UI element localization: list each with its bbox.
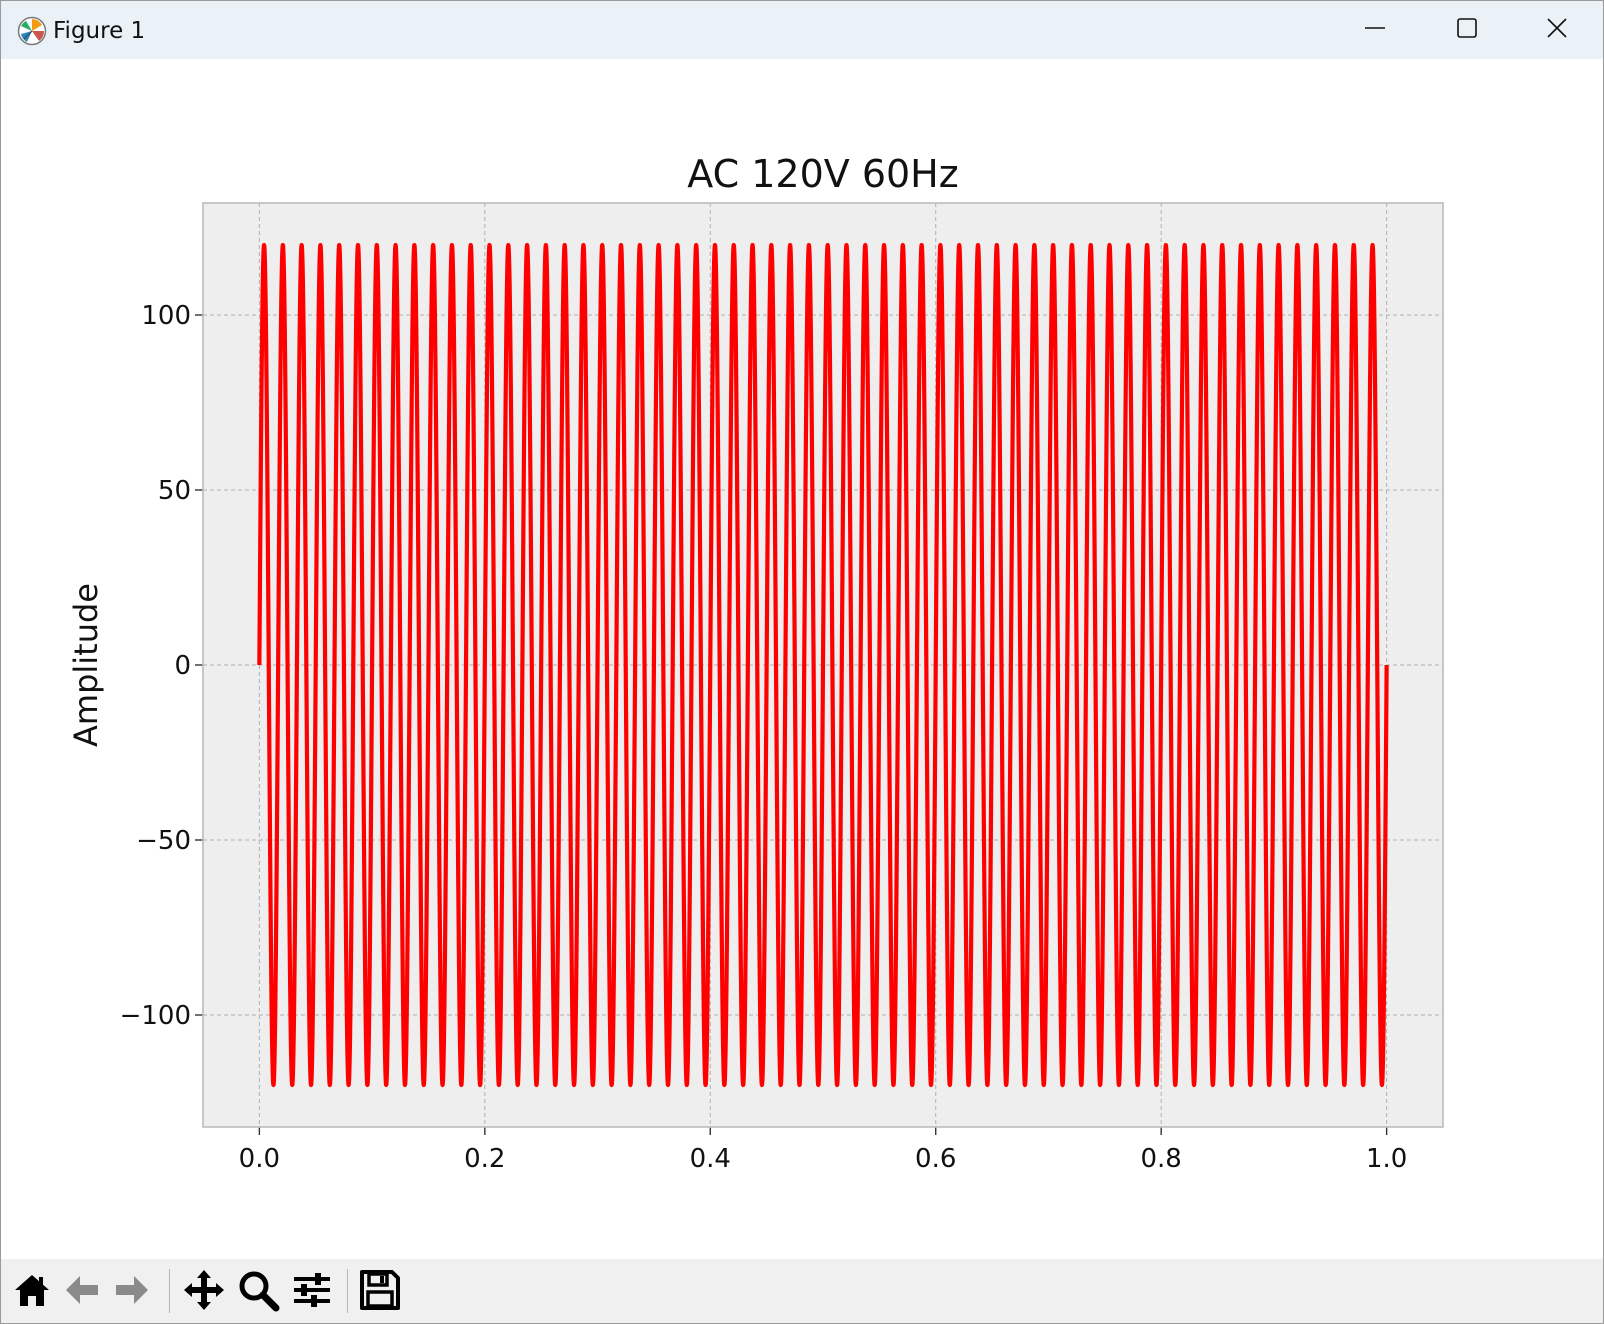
move-icon <box>182 1268 226 1316</box>
maximize-icon <box>1455 16 1479 44</box>
close-icon <box>1545 16 1569 44</box>
floppy-disk-icon <box>358 1268 402 1316</box>
home-button[interactable] <box>9 1269 55 1315</box>
y-tick-label: −100 <box>120 1001 191 1031</box>
x-tick-label: 0.8 <box>1141 1144 1182 1174</box>
figure-canvas[interactable]: 0.0 0.2 0.4 0.6 0.8 1.0 100 50 0 −50 −100 AC 120V … <box>1 59 1603 1259</box>
y-axis-label: Amplitude <box>67 583 105 747</box>
configure-subplots-button[interactable] <box>289 1269 335 1315</box>
figure-window: Figure 1 0.0 0.2 0.4 0.6 0.8 1.0 100 50 0 −50 −100… <box>0 0 1604 1324</box>
navigation-toolbar <box>1 1259 1603 1323</box>
toolbar-separator <box>347 1269 348 1313</box>
maximize-button[interactable] <box>1421 1 1513 59</box>
line-chart: 0.0 0.2 0.4 0.6 0.8 1.0 100 50 0 −50 −100 AC 120V … <box>67 152 1444 1174</box>
y-tick-label: 50 <box>158 476 191 506</box>
forward-button[interactable] <box>109 1269 155 1315</box>
minimize-button[interactable] <box>1329 1 1421 59</box>
y-tick-label: −50 <box>136 826 191 856</box>
y-tick-label: 100 <box>141 301 191 331</box>
close-button[interactable] <box>1511 1 1603 59</box>
chart-title: AC 120V 60Hz <box>687 152 958 196</box>
title-bar[interactable]: Figure 1 <box>1 1 1603 59</box>
pan-button[interactable] <box>181 1269 227 1315</box>
sliders-icon <box>290 1268 334 1316</box>
back-button[interactable] <box>59 1269 105 1315</box>
window-title: Figure 1 <box>53 18 146 44</box>
x-tick-label: 0.4 <box>690 1144 731 1174</box>
x-tick-label: 0.2 <box>464 1144 505 1174</box>
arrow-right-icon <box>112 1270 152 1314</box>
save-button[interactable] <box>357 1269 403 1315</box>
x-tick-label: 0.6 <box>915 1144 956 1174</box>
matplotlib-icon <box>17 16 47 46</box>
toolbar-separator <box>169 1269 170 1313</box>
magnifier-icon <box>236 1268 280 1316</box>
y-tick-label: 0 <box>174 651 191 681</box>
x-tick-label: 0.0 <box>239 1144 280 1174</box>
minimize-icon <box>1363 16 1387 44</box>
x-tick-label: 1.0 <box>1366 1144 1407 1174</box>
zoom-button[interactable] <box>235 1269 281 1315</box>
arrow-left-icon <box>62 1270 102 1314</box>
home-icon <box>12 1270 52 1314</box>
